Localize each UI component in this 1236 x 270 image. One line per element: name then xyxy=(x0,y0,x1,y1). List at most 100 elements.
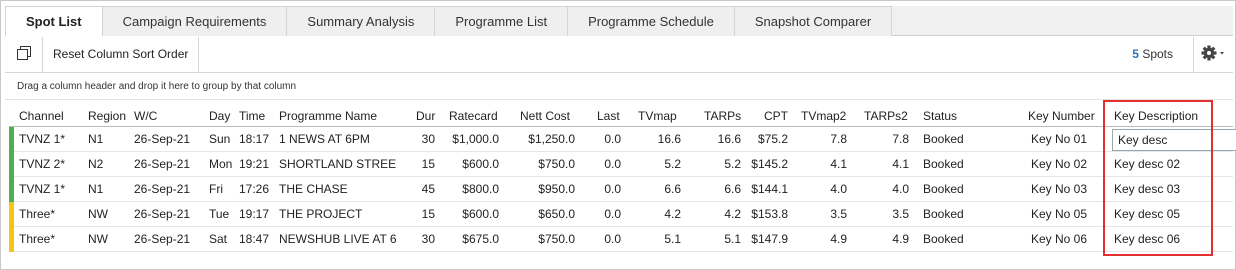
cell-programme-name: 1 NEWS AT 6PM xyxy=(279,132,370,146)
cell-region: N1 xyxy=(88,182,104,196)
cell-tarps2: 4.9 xyxy=(892,232,909,246)
reset-column-sort-order-button[interactable]: Reset Column Sort Order xyxy=(43,37,200,72)
gear-icon xyxy=(1201,45,1227,64)
cell-day: Sat xyxy=(209,232,228,246)
cell-wc: 26-Sep-21 xyxy=(134,157,191,171)
cell-wc: 26-Sep-21 xyxy=(134,232,191,246)
cell-tarps2: 3.5 xyxy=(892,207,909,221)
cell-dur: 45 xyxy=(421,182,435,196)
col-header-last[interactable]: Last xyxy=(597,107,620,125)
table-row[interactable]: Three* NW 26-Sep-21 Sat 18:47 NEWSHUB LI… xyxy=(9,227,1233,252)
cell-key-number: Key No 06 xyxy=(1030,232,1087,246)
copy-button[interactable] xyxy=(5,37,43,72)
cell-time: 19:17 xyxy=(239,207,270,221)
cell-tvmap: 4.2 xyxy=(664,207,681,221)
table-row[interactable]: Three* NW 26-Sep-21 Tue 19:17 THE PROJEC… xyxy=(9,202,1233,227)
group-by-drop-area[interactable]: Drag a column header and drop it here to… xyxy=(5,74,1233,100)
cell-tvmap2: 4.1 xyxy=(830,157,847,171)
tab-programme-list[interactable]: Programme List xyxy=(434,6,569,36)
cell-wc: 26-Sep-21 xyxy=(134,207,191,221)
col-header-key-description[interactable]: Key Description xyxy=(1114,107,1198,125)
cell-key-description[interactable]: Key desc 03 xyxy=(1114,177,1214,202)
col-header-time[interactable]: Time xyxy=(239,107,265,125)
tab-campaign-requirements[interactable]: Campaign Requirements xyxy=(101,6,288,36)
cell-ratecard: $1,000.0 xyxy=(452,132,499,146)
cell-key-number: Key No 01 xyxy=(1030,132,1087,146)
cell-tarps: 5.1 xyxy=(724,232,741,246)
cell-day: Tue xyxy=(209,207,230,221)
tab-programme-schedule[interactable]: Programme Schedule xyxy=(567,6,735,36)
cell-region: N1 xyxy=(88,132,104,146)
cell-dur: 15 xyxy=(421,157,435,171)
cell-tarps: 16.6 xyxy=(717,132,741,146)
cell-channel: TVNZ 2* xyxy=(19,157,66,171)
cell-day: Fri xyxy=(209,182,223,196)
cell-channel: Three* xyxy=(19,207,56,221)
cell-status: Booked xyxy=(923,182,964,196)
col-header-dur[interactable]: Dur xyxy=(416,107,435,125)
table-row[interactable]: TVNZ 1* N1 26-Sep-21 Fri 17:26 THE CHASE… xyxy=(9,177,1233,202)
col-header-tarps[interactable]: TARPs xyxy=(704,107,741,125)
tab-summary-analysis[interactable]: Summary Analysis xyxy=(286,6,436,36)
col-header-channel[interactable]: Channel xyxy=(19,107,64,125)
copy-icon xyxy=(16,45,32,64)
col-header-cpt[interactable]: CPT xyxy=(764,107,788,125)
cell-cpt: $145.2 xyxy=(751,157,788,171)
cell-region: NW xyxy=(88,232,108,246)
cell-time: 18:47 xyxy=(239,232,270,246)
row-channel-marker xyxy=(9,202,14,227)
col-header-nett-cost[interactable]: Nett Cost xyxy=(520,107,570,125)
col-header-day[interactable]: Day xyxy=(209,107,230,125)
cell-status: Booked xyxy=(923,207,964,221)
col-header-region[interactable]: Region xyxy=(88,107,126,125)
settings-menu-button[interactable] xyxy=(1193,37,1233,72)
cell-key-description[interactable]: Key desc 06 xyxy=(1114,227,1214,252)
cell-key-description[interactable]: Key desc 05 xyxy=(1114,202,1214,227)
cell-tvmap2: 7.8 xyxy=(830,132,847,146)
cell-tarps: 5.2 xyxy=(724,157,741,171)
col-header-key-number[interactable]: Key Number xyxy=(1028,107,1095,125)
cell-last: 0.0 xyxy=(604,207,621,221)
cell-nett-cost: $650.0 xyxy=(538,207,575,221)
col-header-tvmap[interactable]: TVmap xyxy=(638,107,677,125)
col-header-tarps2[interactable]: TARPs2 xyxy=(864,107,908,125)
cell-nett-cost: $950.0 xyxy=(538,182,575,196)
cell-dur: 15 xyxy=(421,207,435,221)
cell-nett-cost: $750.0 xyxy=(538,232,575,246)
tab-snapshot-comparer[interactable]: Snapshot Comparer xyxy=(733,6,893,36)
cell-tvmap: 16.6 xyxy=(657,132,681,146)
col-header-status[interactable]: Status xyxy=(923,107,957,125)
col-header-tvmap2[interactable]: TVmap2 xyxy=(801,107,846,125)
cell-ratecard: $600.0 xyxy=(462,207,499,221)
cell-tvmap: 5.1 xyxy=(664,232,681,246)
key-description-editor[interactable] xyxy=(1112,129,1236,151)
table-row[interactable]: TVNZ 1* N1 26-Sep-21 Sun 18:17 1 NEWS AT… xyxy=(9,127,1236,152)
cell-key-description[interactable]: Key desc 02 xyxy=(1114,152,1214,177)
spots-count: 5 Spots xyxy=(1132,37,1183,72)
cell-key-number: Key No 05 xyxy=(1030,207,1087,221)
cell-wc: 26-Sep-21 xyxy=(134,132,191,146)
cell-channel: Three* xyxy=(19,232,56,246)
col-header-programme-name[interactable]: Programme Name xyxy=(279,107,377,125)
cell-last: 0.0 xyxy=(604,232,621,246)
cell-status: Booked xyxy=(923,232,964,246)
cell-cpt: $147.9 xyxy=(751,232,788,246)
spots-count-number: 5 xyxy=(1132,47,1139,61)
row-channel-marker xyxy=(9,177,14,202)
spot-grid: Channel Region W/C Day Time Programme Na… xyxy=(5,101,1236,267)
cell-status: Booked xyxy=(923,157,964,171)
cell-tvmap: 6.6 xyxy=(664,182,681,196)
table-row[interactable]: TVNZ 2* N2 26-Sep-21 Mon 19:21 SHORTLAND… xyxy=(9,152,1233,177)
cell-tvmap2: 3.5 xyxy=(830,207,847,221)
col-header-wc[interactable]: W/C xyxy=(134,107,157,125)
cell-day: Mon xyxy=(209,157,233,171)
cell-region: N2 xyxy=(88,157,104,171)
cell-nett-cost: $1,250.0 xyxy=(528,132,575,146)
cell-nett-cost: $750.0 xyxy=(538,157,575,171)
tab-spot-list[interactable]: Spot List xyxy=(5,6,103,37)
cell-region: NW xyxy=(88,207,108,221)
cell-status: Booked xyxy=(923,132,964,146)
cell-cpt: $144.1 xyxy=(751,182,788,196)
cell-day: Sun xyxy=(209,132,231,146)
col-header-ratecard[interactable]: Ratecard xyxy=(449,107,498,125)
